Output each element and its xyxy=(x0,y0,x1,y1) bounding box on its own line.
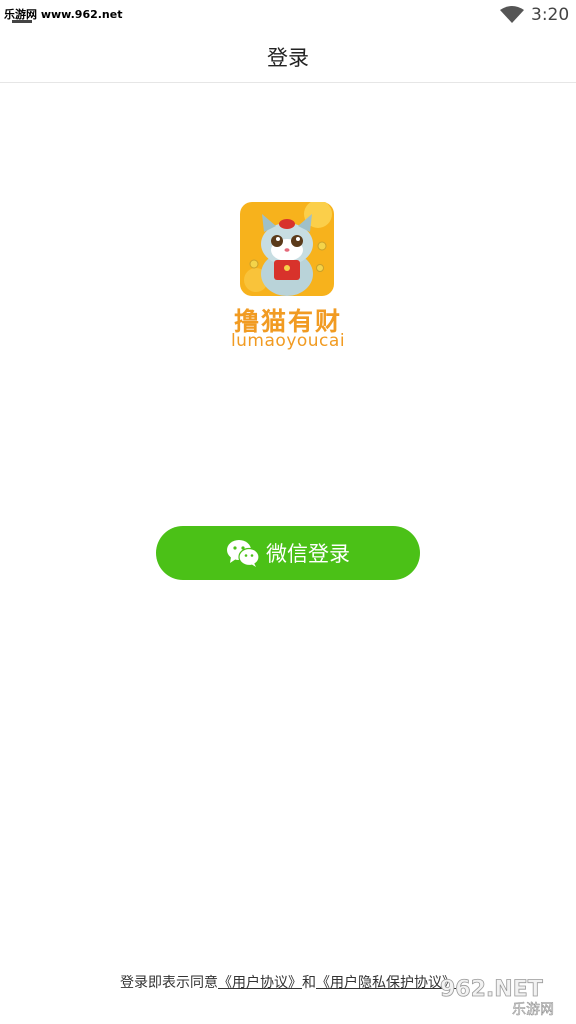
agreement-prefix: 登录即表示同意 xyxy=(120,975,218,991)
status-time: 3:20 xyxy=(531,5,570,25)
watermark-site: 乐游网 xyxy=(512,1002,554,1018)
wechat-login-label: 微信登录 xyxy=(266,542,350,566)
status-bar: 乐游网 www.962.net 3:20 xyxy=(0,0,576,30)
page-title: 登录 xyxy=(267,46,309,70)
privacy-policy-link[interactable]: 《用户隐私保护协议》 xyxy=(316,975,456,991)
user-agreement-link[interactable]: 《用户协议》 xyxy=(218,975,302,991)
agreement-conjunction: 和 xyxy=(302,975,316,991)
app-name-pinyin: lumaoyoucai xyxy=(230,331,346,351)
watermark-brand: 962.NET xyxy=(440,977,543,1002)
notification-indicator xyxy=(12,20,32,23)
wechat-login-button[interactable]: 微信登录 xyxy=(156,526,420,580)
wechat-icon xyxy=(227,540,260,567)
app-logo xyxy=(240,200,334,296)
cat-logo-icon xyxy=(240,200,334,296)
wifi-icon xyxy=(500,6,524,23)
site-watermark-logo: 962.NET 乐游网 xyxy=(440,977,555,1018)
app-header: 登录 xyxy=(0,30,576,83)
